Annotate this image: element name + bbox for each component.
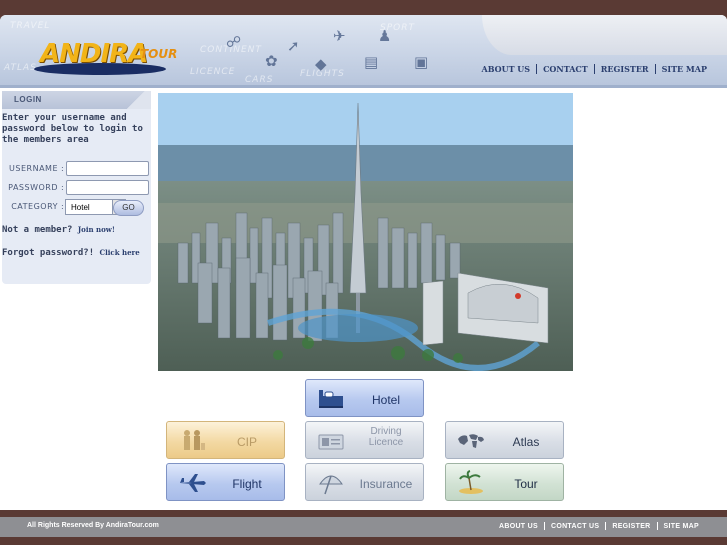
- header-divider: [0, 85, 727, 88]
- footer-navigation: ABOUT US CONTACT US REGISTER SITE MAP: [493, 522, 705, 530]
- footer-site-map-link[interactable]: SITE MAP: [658, 523, 705, 530]
- world-map-icon: ◆: [315, 55, 327, 73]
- insurance-label: Insurance: [359, 477, 413, 491]
- tour-label: Tour: [514, 477, 538, 491]
- footer-register-link[interactable]: REGISTER: [606, 523, 656, 530]
- not-member-text: Not a member?: [2, 225, 73, 235]
- login-panel: LOGIN Enter your username and password b…: [2, 91, 151, 284]
- world-map-icon: [458, 434, 484, 448]
- category-label: CATEGORY: [11, 202, 58, 211]
- colon: :: [61, 202, 64, 211]
- header: TRAVEL FLIGHTS CONTINENT LICENCE CARS AT…: [0, 15, 727, 88]
- driving-licence-button[interactable]: Driving Licence: [305, 421, 424, 459]
- hotel-button[interactable]: Hotel: [305, 379, 424, 417]
- colon: :: [61, 183, 64, 192]
- login-intro: Enter your username and password below t…: [2, 113, 143, 145]
- top-navigation: ABOUT US CONTACT REGISTER SITE MAP: [476, 64, 714, 74]
- hotel-keys-icon: ☍: [226, 33, 242, 51]
- footer-about-us-link[interactable]: ABOUT US: [493, 523, 544, 530]
- bottom-bar: [0, 537, 727, 545]
- hotel-label: Hotel: [371, 393, 400, 407]
- nav-about-us[interactable]: ABOUT US: [476, 64, 537, 74]
- username-input[interactable]: [66, 161, 149, 176]
- people-icon: ♟: [378, 27, 392, 45]
- header-tab-shape: [482, 15, 727, 55]
- copyright-text: All Rights Reserved By AndiraTour.com: [27, 522, 159, 529]
- logo-subtext: TOUR: [140, 47, 178, 61]
- login-title: LOGIN: [14, 95, 42, 104]
- cip-button[interactable]: CIP: [166, 421, 285, 459]
- nav-site-map[interactable]: SITE MAP: [656, 64, 713, 74]
- driving-label-line-1: Driving: [370, 426, 402, 437]
- airplane-icon: [180, 474, 206, 492]
- tour-button[interactable]: Tour: [445, 463, 564, 501]
- insurance-button[interactable]: Insurance: [305, 463, 424, 501]
- driving-label-line-2: Licence: [368, 437, 404, 448]
- umbrella-icon: [319, 475, 343, 495]
- join-now-link[interactable]: Join now!: [78, 225, 115, 234]
- login-header-corner: [121, 91, 151, 109]
- logo-text: ANDIRA: [40, 39, 148, 69]
- header-watermark-word: LICENCE: [190, 67, 236, 77]
- atlas-button[interactable]: Atlas: [445, 421, 564, 459]
- driving-licence-label: Driving Licence: [350, 426, 422, 448]
- palm-island-icon: [459, 470, 483, 494]
- colon: :: [61, 164, 64, 173]
- licence-card-icon: [318, 434, 344, 450]
- footer-contact-us-link[interactable]: CONTACT US: [545, 523, 605, 530]
- forgot-line: Forgot password?! Click here: [2, 248, 140, 258]
- card-icon: ▤: [364, 53, 379, 71]
- nav-contact[interactable]: CONTACT: [537, 64, 594, 74]
- forgot-click-here-link[interactable]: Click here: [100, 248, 140, 257]
- password-input[interactable]: [66, 180, 149, 195]
- password-label: PASSWORD: [8, 183, 58, 192]
- not-member-line: Not a member? Join now!: [2, 225, 115, 235]
- hang-glider-icon: ➚: [287, 37, 300, 55]
- cip-people-icon: [184, 430, 205, 450]
- nav-register[interactable]: REGISTER: [595, 64, 655, 74]
- cip-label: CIP: [236, 435, 257, 449]
- hotel-bed-icon: [319, 390, 343, 408]
- flight-label: Flight: [232, 477, 262, 491]
- go-button[interactable]: GO: [113, 200, 144, 216]
- city-skyline-image: [158, 93, 573, 371]
- flight-button[interactable]: Flight: [166, 463, 285, 501]
- header-watermark-word: CARS: [245, 75, 274, 85]
- palm-tree-icon: ✿: [265, 52, 278, 70]
- suitcase-icon: ▣: [414, 53, 429, 71]
- username-label: USERNAME: [9, 164, 58, 173]
- forgot-text: Forgot password?!: [2, 248, 95, 258]
- footer: All Rights Reserved By AndiraTour.com AB…: [0, 517, 727, 537]
- login-panel-header: LOGIN: [2, 91, 151, 109]
- skyline-illustration: [158, 93, 573, 371]
- header-watermark-word: TRAVEL: [10, 21, 51, 31]
- andira-tour-logo[interactable]: ANDIRA TOUR: [30, 33, 180, 81]
- airplane-icon: ✈: [333, 27, 346, 45]
- atlas-label: Atlas: [512, 435, 540, 449]
- page: TRAVEL FLIGHTS CONTINENT LICENCE CARS AT…: [0, 15, 727, 510]
- category-value: Hotel: [71, 203, 90, 212]
